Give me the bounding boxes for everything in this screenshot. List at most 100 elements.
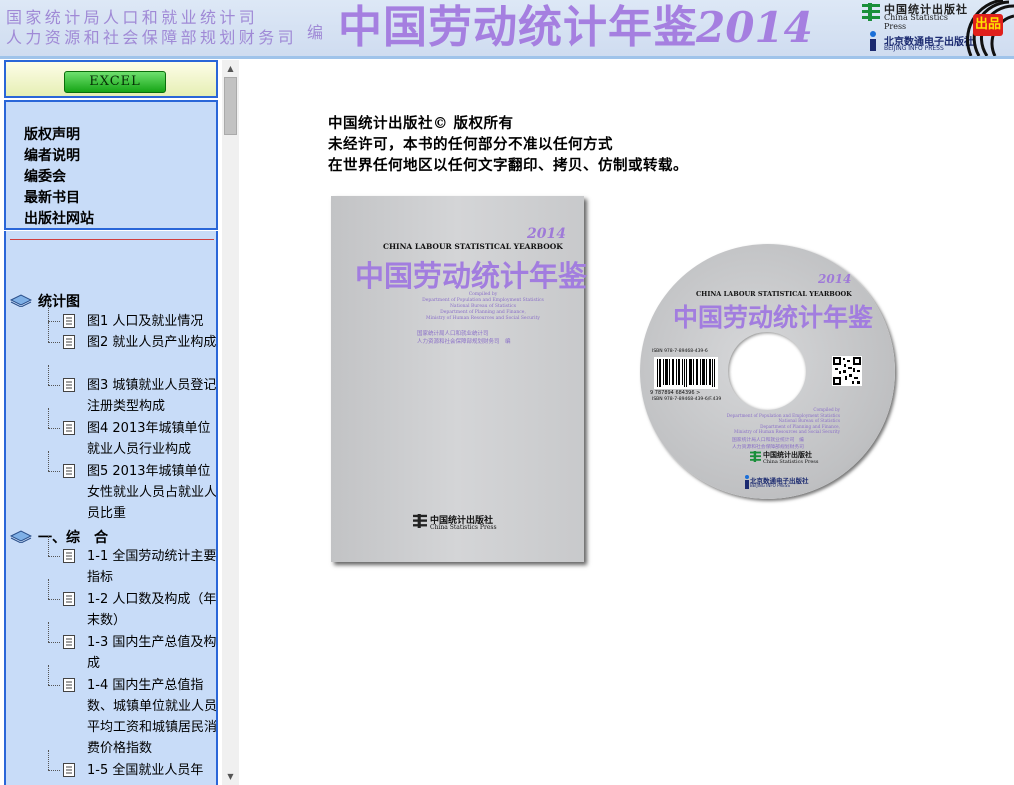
page-icon xyxy=(63,763,75,777)
cd-disc: 2014 CHINA LABOUR STATISTICAL YEARBOOK 中… xyxy=(640,244,895,499)
copyright-notice: 中国统计出版社© 版权所有 未经许可，本书的任何部分不准以任何方式 在世界任何地… xyxy=(328,113,688,176)
book-cn-title: 中国劳动统计年鉴 xyxy=(355,259,588,293)
sidebar-link-editorial-board[interactable]: 编委会 xyxy=(24,167,94,188)
tree-connector xyxy=(48,579,49,599)
tree-connector xyxy=(48,556,60,557)
book-year: 2014 xyxy=(527,226,566,242)
tree-connector xyxy=(48,321,60,322)
page-icon xyxy=(63,314,75,328)
disc-year: 2014 xyxy=(818,272,852,286)
book-org-line: 国家统计局人口和就业统计司 xyxy=(417,331,489,337)
page-icon xyxy=(63,592,75,606)
sidebar-link-publisher-site[interactable]: 出版社网站 xyxy=(24,209,94,230)
csp-mark-icon xyxy=(862,3,880,21)
tree-connector xyxy=(48,385,60,386)
tree-connector xyxy=(48,365,49,385)
excel-panel: EXCEL xyxy=(4,60,218,98)
page-icon xyxy=(63,378,75,392)
tree-connector xyxy=(48,342,60,343)
bip-logo-en: BEIJING INFO PRESS xyxy=(884,45,944,52)
tree-connector xyxy=(48,770,60,771)
tree-item-label: 图2 就业人员产业构成 xyxy=(87,335,217,350)
page-icon xyxy=(63,635,75,649)
scroll-thumb[interactable] xyxy=(224,77,237,135)
sidebar-links-list: 版权声明 编者说明 编委会 最新书目 出版社网站 xyxy=(24,125,94,230)
cd-hole xyxy=(728,332,806,410)
tree-connector xyxy=(48,536,49,556)
disc-org-line: 国家统计局人口和就业统计司 编 xyxy=(732,438,804,443)
tree-item-label: 1-2 人口数及构成（年末数） xyxy=(87,592,217,628)
tree-connector xyxy=(48,599,60,600)
tree-item-label: 1-4 国内生产总值指数、城镇单位就业人员平均工资和城镇居民消费价格指数 xyxy=(87,678,218,756)
tree-connector xyxy=(48,642,60,643)
header-org-line2: 人力资源和社会保障部规划财务司 xyxy=(6,28,298,47)
csp-mark-icon xyxy=(413,514,427,528)
produced-badge: 出品 xyxy=(973,14,1003,36)
tree-connector xyxy=(48,408,49,428)
header-year: 2014 xyxy=(696,3,813,52)
page-icon xyxy=(63,464,75,478)
tree-item-label: 图1 人口及就业情况 xyxy=(87,314,204,329)
tree-connector xyxy=(48,471,60,472)
csp-logo-en: China Statistics Press xyxy=(884,13,948,31)
tree-connector xyxy=(48,322,49,342)
tree-item-label: 1-5 全国就业人员年 xyxy=(87,763,204,778)
bip-mark-icon xyxy=(870,31,876,51)
disc-publisher-en: China Statistics Press xyxy=(763,459,819,465)
tree-connector xyxy=(48,451,49,471)
sidebar-link-copyright[interactable]: 版权声明 xyxy=(24,125,94,146)
disc-compiled-by: Compiled by Department of Population and… xyxy=(700,407,840,435)
page-icon xyxy=(63,549,75,563)
sidebar-link-editor-notes[interactable]: 编者说明 xyxy=(24,146,94,167)
tree-divider xyxy=(10,239,214,240)
disc-compiled-line: Ministry of Human Resources and Social S… xyxy=(734,429,840,435)
tree-connector xyxy=(48,622,49,642)
beijing-info-press-logo: 北京数通电子出版社 BEIJING INFO PRESS xyxy=(866,30,976,52)
csp-mark-icon xyxy=(750,451,761,462)
copyright-line: 在世界任何地区以任何文字翻印、拷贝、仿制或转载。 xyxy=(328,157,688,174)
china-statistics-press-logo: 中国统计出版社 China Statistics Press xyxy=(860,0,970,31)
sidebar-scrollbar[interactable]: ▲ ▼ xyxy=(222,60,239,785)
scroll-up-arrow-icon[interactable]: ▲ xyxy=(222,60,239,77)
disc-isbn-number: 9 787894 684396 > xyxy=(650,390,701,396)
tree-item-label: 图3 城镇就业人员登记注册类型构成 xyxy=(87,378,217,414)
book-compiled-by: Compiled by Department of Population and… xyxy=(403,292,563,322)
tree-item-label: 图5 2013年城镇单位女性就业人员占就业人员比重 xyxy=(87,464,218,521)
book-cover: 2014 CHINA LABOUR STATISTICAL YEARBOOK 中… xyxy=(331,196,588,562)
copyright-line: 未经许可，本书的任何部分不准以任何方式 xyxy=(328,136,613,153)
tree-item-label: 1-1 全国劳动统计主要指标 xyxy=(87,549,217,585)
header-org-line1: 国家统计局人口和就业统计司 xyxy=(6,8,259,27)
book-icon xyxy=(10,294,32,307)
book-icon xyxy=(10,530,32,543)
barcode-icon xyxy=(654,357,718,389)
header-banner: 国家统计局人口和就业统计司 人力资源和社会保障部规划财务司 编 中国劳动统计年鉴… xyxy=(0,0,1014,56)
tree-root-label: 统计图 xyxy=(38,294,80,310)
tree-connector xyxy=(48,428,60,429)
tree-connector xyxy=(48,685,60,686)
app-root: 国家统计局人口和就业统计司 人力资源和社会保障部规划财务司 编 中国劳动统计年鉴… xyxy=(0,0,1014,785)
book-en-title: CHINA LABOUR STATISTICAL YEARBOOK xyxy=(383,242,563,251)
header-bian: 编 xyxy=(307,23,324,42)
tree-item-label: 图4 2013年城镇单位就业人员行业构成 xyxy=(87,421,211,457)
header-org: 国家统计局人口和就业统计司 人力资源和社会保障部规划财务司 xyxy=(6,8,297,48)
book-org-line: 人力资源和社会保障部规划财务司 编 xyxy=(417,339,511,345)
excel-button[interactable]: EXCEL xyxy=(64,71,166,93)
page-icon xyxy=(63,335,75,349)
page-icon xyxy=(63,678,75,692)
copyright-line: 中国统计出版社© 版权所有 xyxy=(328,115,514,132)
disc-isbn-top: ISBN 978-7-89468-439-6 xyxy=(652,349,708,354)
tree-connector xyxy=(48,750,49,770)
book-publisher-en: China Statistics Press xyxy=(430,524,497,531)
header-title: 中国劳动统计年鉴 xyxy=(338,2,698,53)
disc-org: 国家统计局人口和就业统计司 编 人力资源和社会保障部规划财务司 xyxy=(732,437,804,451)
scroll-down-arrow-icon[interactable]: ▼ xyxy=(222,768,239,785)
disc-isbn-bottom: ISBN 978-7-89468-439-6/F.439 xyxy=(652,397,722,402)
qr-code-icon xyxy=(832,356,862,386)
book-compiled-line: Ministry of Human Resources and Social S… xyxy=(426,316,540,321)
sidebar-link-latest-books[interactable]: 最新书目 xyxy=(24,188,94,209)
tree-connector xyxy=(48,665,49,685)
disc-en-title: CHINA LABOUR STATISTICAL YEARBOOK xyxy=(696,290,852,298)
book-org: 国家统计局人口和就业统计司 人力资源和社会保障部规划财务司 编 xyxy=(417,330,511,346)
sidebar-links-panel: 版权声明 编者说明 编委会 最新书目 出版社网站 xyxy=(4,100,218,230)
disc-epublisher-en: BEIJING INFO PRESS xyxy=(750,483,790,488)
